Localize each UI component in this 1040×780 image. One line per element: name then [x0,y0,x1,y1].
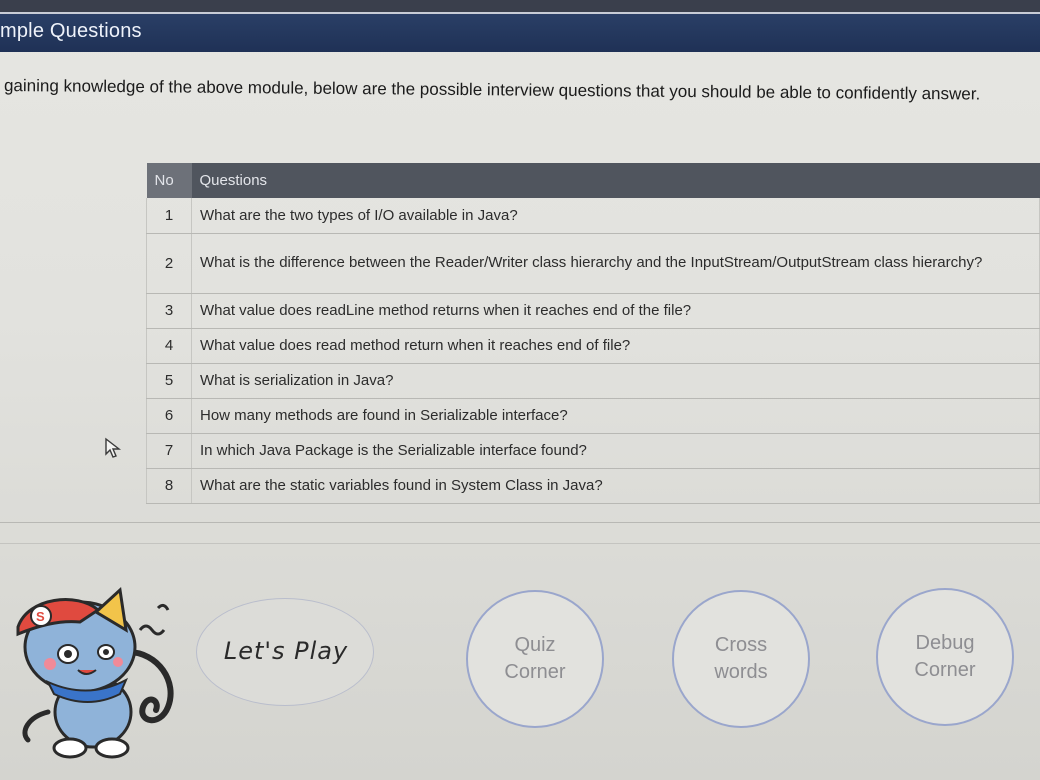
questions-table: No Questions 1 What are the two types of… [146,163,1040,504]
table-header-row: No Questions [146,163,1040,198]
debug-corner-button[interactable]: Debug Corner [876,588,1014,726]
crosswords-label-line1: Cross [714,634,768,656]
row-number: 2 [146,233,192,294]
question-text: What is the difference between the Reade… [191,233,1040,294]
quiz-corner-label-line2: Corner [504,661,566,683]
row-number: 6 [146,398,192,434]
debug-corner-label-line2: Corner [914,659,976,681]
mascot-cat-icon: S [16,586,174,759]
column-header-no: No [146,163,192,198]
table-row: 4 What value does read method return whe… [146,328,1040,364]
crosswords-button[interactable]: Cross words [672,590,810,728]
table-row: 1 What are the two types of I/O availabl… [146,198,1040,234]
quiz-corner-label-line1: Quiz [514,634,556,656]
mouse-cursor-icon [105,437,122,458]
column-header-questions: Questions [191,163,1040,198]
window-top-strip [0,0,1040,12]
table-row: 6 How many methods are found in Serializ… [146,398,1040,434]
lets-play-bubble[interactable]: Let's Play [196,598,374,706]
section-divider [0,522,1040,544]
question-text: In which Java Package is the Serializabl… [191,433,1040,469]
quiz-corner-button[interactable]: Quiz Corner [466,590,604,728]
table-row: 2 What is the difference between the Rea… [146,233,1040,294]
lets-play-label: Let's Play [223,637,349,665]
table-row: 8 What are the static variables found in… [146,468,1040,504]
question-text: What are the two types of I/O available … [191,198,1040,234]
row-number: 7 [146,433,192,469]
table-row: 3 What value does readLine method return… [146,293,1040,329]
section-header: mple Questions [0,12,1040,52]
crosswords-label-line2: words [714,661,768,683]
row-number: 4 [146,328,192,364]
table-row: 7 In which Java Package is the Serializa… [146,433,1040,469]
page-title: mple Questions [0,20,142,42]
question-text: What are the static variables found in S… [191,468,1040,504]
debug-corner-label-line1: Debug [915,632,975,654]
row-number: 3 [146,293,192,329]
page: mple Questions gaining knowledge of the … [0,0,1040,780]
row-number: 1 [146,198,192,234]
table-row: 5 What is serialization in Java? [146,363,1040,399]
intro-text: gaining knowledge of the above module, b… [3,76,981,104]
question-text: What value does read method return when … [191,328,1040,364]
question-text: What is serialization in Java? [191,363,1040,399]
question-text: What value does readLine method returns … [191,293,1040,329]
cap-letter: S [36,609,45,624]
question-text: How many methods are found in Serializab… [191,398,1040,434]
row-number: 5 [146,363,192,399]
row-number: 8 [146,468,192,504]
